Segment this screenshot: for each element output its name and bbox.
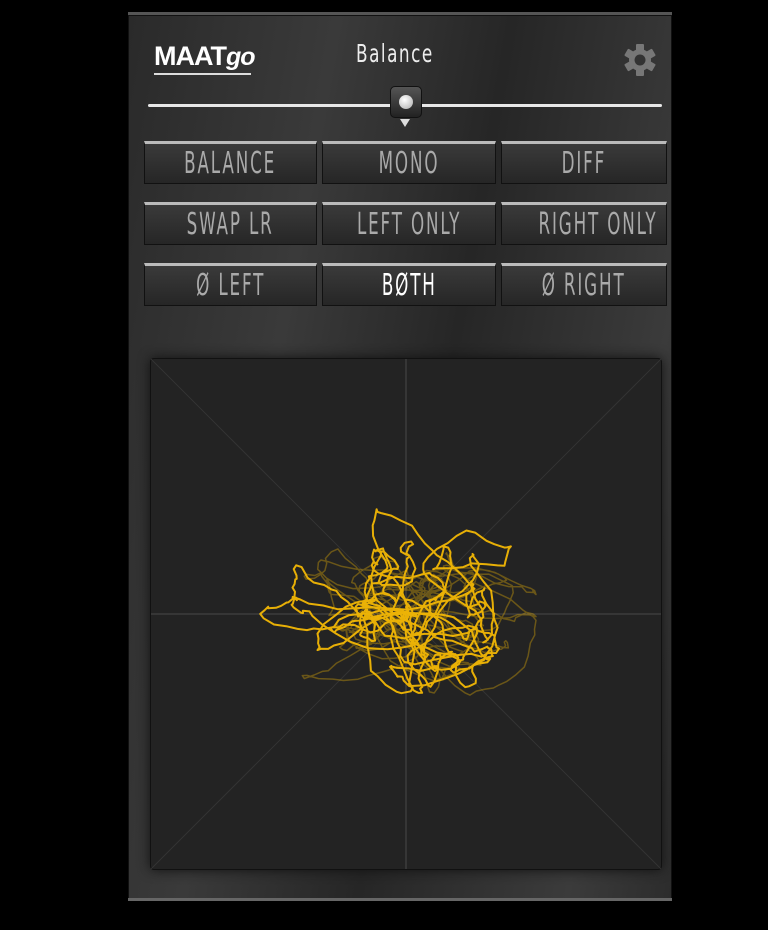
page-title: Balance — [356, 39, 434, 68]
logo-underline — [154, 73, 251, 75]
button-label: DIFF — [561, 146, 607, 181]
mode-button-left-only[interactable]: LEFT ONLY — [322, 202, 496, 245]
mode-button-balance[interactable]: BALANCE — [144, 141, 317, 184]
button-label: Ø LEFT — [195, 268, 266, 303]
mode-button-b-th[interactable]: BØTH — [322, 263, 496, 306]
mode-button-mono[interactable]: MONO — [322, 141, 496, 184]
maatgo-panel: MAATgo Balance BALANCE MONO DIFF SWAP LR LEF… — [128, 12, 672, 901]
button-label: LEFT ONLY — [356, 207, 462, 242]
gear-icon[interactable] — [622, 42, 658, 78]
mode-button-diff[interactable]: DIFF — [501, 141, 667, 184]
balance-slider[interactable] — [148, 86, 662, 141]
button-label: SWAP LR — [187, 207, 274, 242]
button-label: BALANCE — [184, 146, 277, 181]
mode-button-swap-lr[interactable]: SWAP LR — [144, 202, 317, 245]
mode-button-right[interactable]: Ø RIGHT — [501, 263, 667, 306]
button-label: BØTH — [381, 268, 437, 303]
logo-subtext: go — [225, 43, 256, 71]
mode-button-left[interactable]: Ø LEFT — [144, 263, 317, 306]
maatgo-logo: MAATgo — [154, 41, 256, 72]
logo-text: MAAT — [154, 41, 227, 71]
goniometer-scope — [150, 358, 662, 870]
panel-bottom-edge — [128, 898, 672, 901]
goniometer-display — [151, 359, 661, 869]
mode-button-right-only[interactable]: RIGHT ONLY — [501, 202, 667, 245]
slider-thumb[interactable] — [390, 86, 422, 118]
button-label: MONO — [378, 146, 440, 181]
slider-pointer-icon — [400, 119, 410, 127]
button-label: Ø RIGHT — [542, 268, 626, 303]
button-label: RIGHT ONLY — [538, 207, 658, 242]
